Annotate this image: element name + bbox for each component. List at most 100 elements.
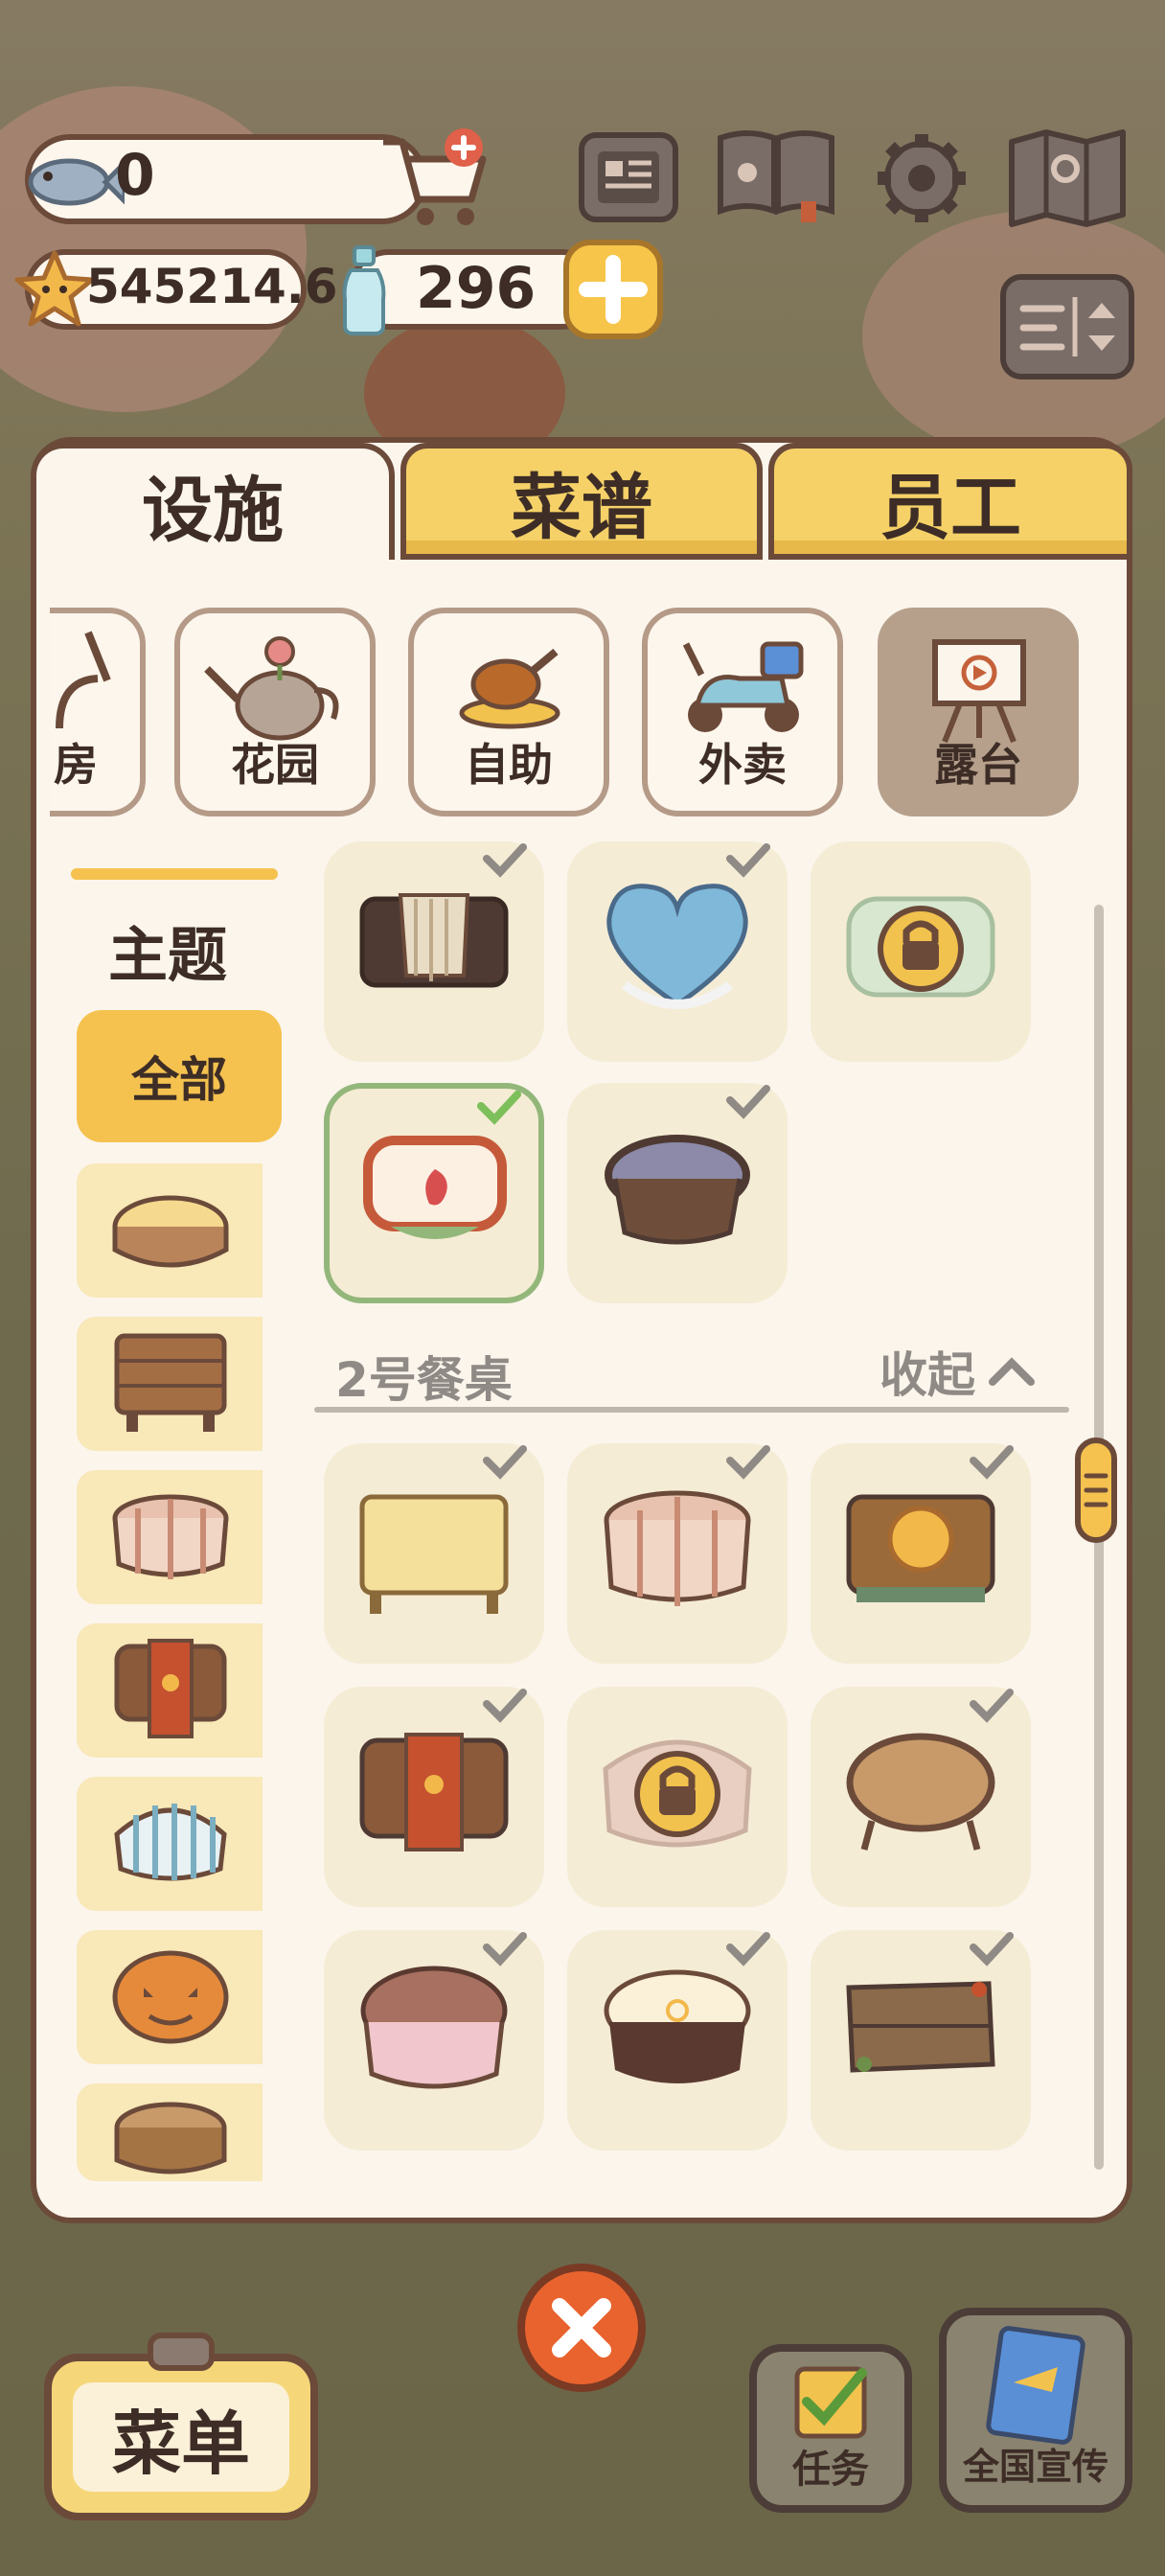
sidebar-theme-wood-stump[interactable] (77, 1163, 263, 1298)
check-icon (483, 1445, 527, 1480)
check-icon (483, 1932, 527, 1966)
table-item-flower-wood[interactable] (811, 1443, 1031, 1664)
recipe-book-button[interactable] (713, 125, 839, 224)
tab-facilities[interactable]: 设施 (31, 443, 395, 560)
category-garden[interactable]: 花园 (174, 608, 376, 816)
fish-shop-cart-button[interactable] (376, 125, 491, 230)
menu-button[interactable]: 菜单 (44, 2333, 318, 2520)
chevron-up-icon (989, 1357, 1035, 1386)
category-kitchen[interactable]: 房 (50, 608, 146, 816)
fish-count: 0 (115, 142, 155, 209)
sidebar-theme-paw[interactable] (77, 1623, 263, 1758)
table-item-chocolate[interactable] (324, 1930, 544, 2150)
table-item-rattan[interactable] (567, 1083, 788, 1303)
collapse-label: 收起 (879, 1347, 975, 1403)
wooden-table-icon (114, 1333, 227, 1432)
table-item-paw-runner[interactable] (324, 1687, 544, 1907)
easel-icon (932, 639, 1026, 744)
table-item-locked-green[interactable] (811, 841, 1031, 1062)
table-item-gingham-round[interactable] (567, 1443, 788, 1664)
buffet-icon (459, 648, 560, 729)
tasks-button[interactable]: 任务 (749, 2344, 912, 2513)
menu-label-card: 菜单 (73, 2382, 289, 2492)
close-icon (552, 2298, 611, 2358)
check-icon (726, 1085, 770, 1119)
lock-icon (634, 1751, 720, 1837)
pumpkin-table-icon (112, 1950, 229, 2044)
wood-stump-table-icon (112, 1195, 229, 1268)
milk-bottle-icon (342, 245, 386, 335)
tab-label: 设施 (142, 469, 284, 552)
sidebar-theme-round-wood[interactable] (77, 2083, 263, 2181)
star-icon (14, 250, 95, 327)
table-item-rustic-plank[interactable] (811, 1930, 1031, 2150)
table-item-oval-wood[interactable] (811, 1687, 1031, 1907)
category-terrace[interactable]: 露台 (878, 608, 1079, 816)
promo-book-icon (986, 2326, 1085, 2445)
map-icon (1009, 129, 1126, 227)
newspaper-icon (598, 151, 659, 203)
newspaper-button[interactable] (579, 132, 678, 222)
table-item-yellow-plank[interactable] (324, 1443, 544, 1664)
national-promo-button[interactable]: 全国宣传 (939, 2308, 1132, 2513)
kitchen-icon (56, 631, 111, 729)
tab-label: 菜谱 (511, 466, 652, 549)
category-label: 外卖 (698, 739, 787, 791)
watering-can-icon (204, 636, 339, 741)
sidebar-theme-striped[interactable] (77, 1777, 263, 1911)
star-count: 545214.6 (86, 259, 338, 314)
grip-lines-icon (1084, 1473, 1108, 1507)
scrollbar-handle[interactable] (1075, 1438, 1117, 1543)
sidebar-scroll-hint (71, 868, 278, 880)
category-label: 房 (54, 739, 98, 791)
scooter-icon (682, 641, 804, 732)
paw-book-icon (718, 130, 834, 222)
striped-table-icon (114, 1804, 227, 1881)
check-icon (483, 1689, 527, 1723)
tab-recipes[interactable]: 菜谱 (400, 443, 763, 560)
tab-staff[interactable]: 员工 (768, 443, 1132, 560)
category-label: 露台 (934, 739, 1022, 791)
plus-icon (579, 255, 648, 324)
section-title: 2号餐桌 (335, 1352, 513, 1408)
round-wood-table-icon (114, 2102, 227, 2174)
lock-icon (878, 906, 964, 992)
checklist-icon (794, 2366, 867, 2439)
add-bottles-button[interactable] (563, 240, 663, 339)
table-item-gothic[interactable] (324, 841, 544, 1062)
sort-icon (1019, 297, 1115, 356)
sidebar-item-label: 全部 (131, 1052, 227, 1108)
collapse-button[interactable]: 收起 (879, 1338, 1040, 1405)
gear-icon (878, 134, 966, 222)
check-icon (970, 1689, 1014, 1723)
close-button[interactable] (517, 2264, 646, 2392)
map-button[interactable] (1006, 126, 1129, 230)
check-icon (970, 1445, 1014, 1480)
tasks-label: 任务 (792, 2448, 869, 2492)
section-divider (314, 1407, 1069, 1413)
settings-button[interactable] (872, 128, 971, 228)
sidebar-item-all[interactable]: 全部 (77, 1010, 282, 1142)
check-selected-icon (477, 1091, 521, 1125)
menu-clip (148, 2333, 215, 2371)
table-item-strawberry-selected[interactable] (324, 1083, 544, 1303)
check-icon (726, 1932, 770, 1966)
sidebar-theme-gingham[interactable] (77, 1470, 263, 1604)
category-label: 自助 (465, 739, 553, 791)
sidebar-theme-wooden[interactable] (77, 1317, 263, 1451)
category-delivery[interactable]: 外卖 (642, 608, 843, 816)
gingham-table-icon (112, 1494, 229, 1579)
table-item-cream-round[interactable] (567, 1930, 788, 2150)
check-icon (726, 1445, 770, 1480)
table-item-locked-lace[interactable] (567, 1687, 788, 1907)
table-item-heart-blue[interactable] (567, 841, 788, 1062)
check-icon (726, 843, 770, 878)
check-icon (483, 843, 527, 878)
check-icon (970, 1932, 1014, 1966)
sort-toggle-button[interactable] (1000, 274, 1134, 380)
category-label: 花园 (231, 739, 319, 791)
category-buffet[interactable]: 自助 (408, 608, 609, 816)
sidebar-theme-pumpkin[interactable] (77, 1930, 263, 2064)
menu-label: 菜单 (111, 2403, 250, 2484)
tab-label: 员工 (879, 466, 1021, 549)
